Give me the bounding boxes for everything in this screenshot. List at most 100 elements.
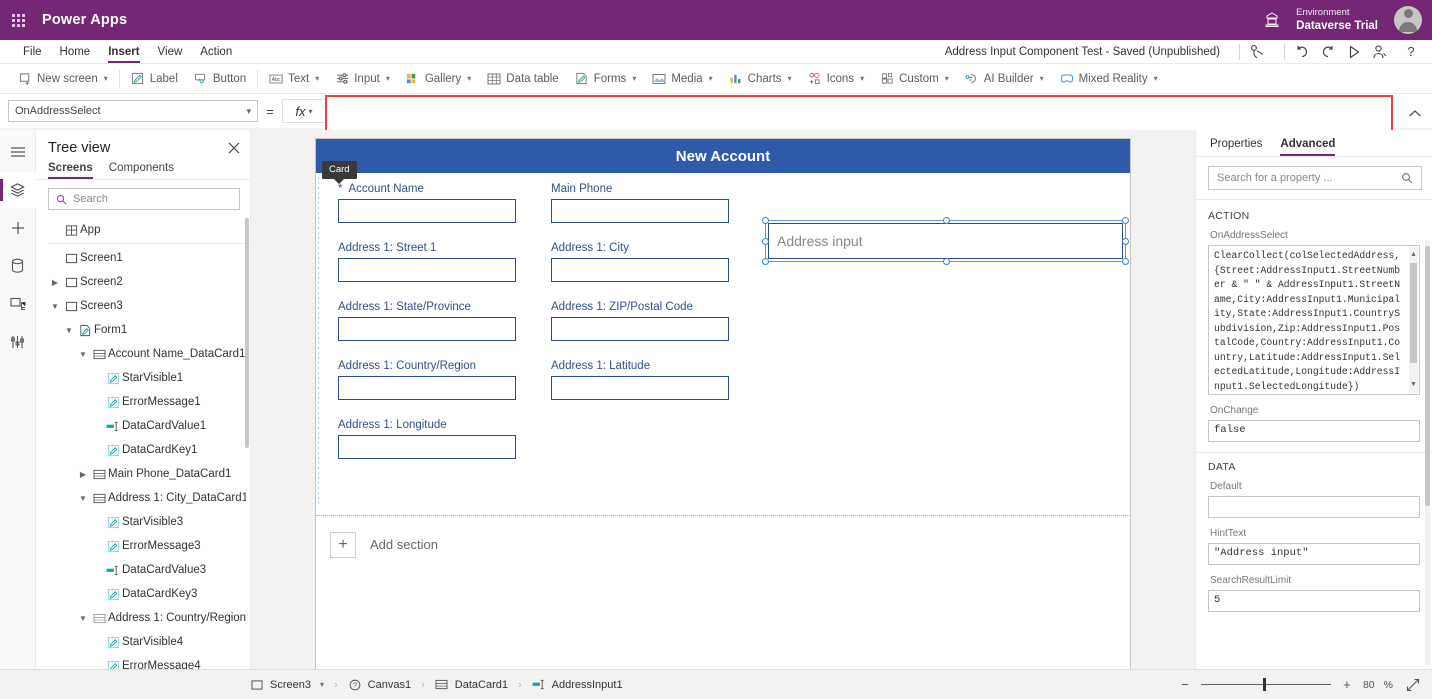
- tree-node-list[interactable]: App Screen1 ▶ Screen2 ▼ Screen3 ▼ Form1 …: [36, 216, 250, 669]
- chevron-down-icon[interactable]: ▾: [632, 74, 636, 83]
- breadcrumb-canvas1[interactable]: ? Canvas1: [346, 679, 413, 691]
- tree-node-address-city-datacard1[interactable]: ▼ Address 1: City_DataCard1: [36, 486, 250, 510]
- chevron-down-icon[interactable]: ▼: [76, 350, 90, 359]
- tree-node-datacardvalue1[interactable]: DataCardValue1: [36, 414, 250, 438]
- scrollbar-thumb[interactable]: [1410, 263, 1417, 363]
- ribbon-input[interactable]: Input ▾: [327, 65, 398, 93]
- tree-node-datacardkey1[interactable]: DataCardKey1: [36, 438, 250, 462]
- breadcrumb-screen3[interactable]: Screen3 ▾: [248, 679, 326, 691]
- tree-node-starvisible4[interactable]: StarVisible4: [36, 630, 250, 654]
- chevron-down-icon[interactable]: ▾: [104, 74, 108, 83]
- ribbon-data-table[interactable]: Data table: [479, 65, 566, 93]
- chevron-right-icon[interactable]: ▶: [76, 470, 90, 479]
- chevron-down-icon[interactable]: ▼: [62, 326, 76, 335]
- add-section-row[interactable]: + Add section: [316, 515, 1130, 573]
- chevron-down-icon[interactable]: ▾: [467, 74, 471, 83]
- property-selector[interactable]: OnAddressSelect ▾: [8, 100, 258, 122]
- field-account-name[interactable]: * Account Name: [338, 183, 516, 223]
- chevron-down-icon[interactable]: ▾: [315, 74, 319, 83]
- share-icon[interactable]: [1372, 44, 1398, 60]
- address-input-control[interactable]: Address input: [768, 223, 1123, 259]
- tree-search-input[interactable]: Search: [48, 188, 240, 210]
- property-value-searchresultlimit[interactable]: 5: [1208, 590, 1420, 612]
- field-address-city[interactable]: Address 1: City: [551, 242, 729, 282]
- zoom-slider-thumb[interactable]: [1262, 678, 1266, 691]
- zoom-out-button[interactable]: −: [1178, 677, 1192, 692]
- field-address-latitude[interactable]: Address 1: Latitude: [551, 360, 729, 400]
- tree-node-errormessage4[interactable]: ErrorMessage4: [36, 654, 250, 669]
- field-address-longitude[interactable]: Address 1: Longitude: [338, 419, 516, 459]
- chevron-down-icon[interactable]: ▾: [945, 74, 949, 83]
- tab-properties[interactable]: Properties: [1210, 138, 1262, 156]
- ribbon-gallery[interactable]: Gallery ▾: [398, 65, 479, 93]
- resize-handle-se[interactable]: [1122, 258, 1129, 265]
- tree-view-icon[interactable]: [0, 172, 36, 208]
- field-input[interactable]: [338, 258, 516, 282]
- resize-handle-ne[interactable]: [1122, 217, 1129, 224]
- menu-item-insert[interactable]: Insert: [99, 40, 148, 64]
- field-input[interactable]: [551, 199, 729, 223]
- tree-node-main-phone-datacard1[interactable]: ▶ Main Phone_DataCard1: [36, 462, 250, 486]
- environment-info[interactable]: Environment Dataverse Trial: [1296, 7, 1378, 33]
- app-launcher-icon[interactable]: [0, 13, 36, 27]
- chevron-up-icon[interactable]: [1403, 102, 1427, 126]
- ribbon-media[interactable]: Media ▾: [644, 65, 720, 93]
- field-address-country-region[interactable]: Address 1: Country/Region: [338, 360, 516, 400]
- chevron-down-icon[interactable]: ▼: [76, 614, 90, 623]
- chevron-down-icon[interactable]: ▾: [860, 74, 864, 83]
- ribbon-custom[interactable]: Custom ▾: [872, 65, 957, 93]
- ribbon-mixed-reality[interactable]: Mixed Reality ▾: [1052, 65, 1166, 93]
- property-value-default[interactable]: [1208, 496, 1420, 518]
- menu-item-view[interactable]: View: [149, 40, 192, 64]
- scroll-down-arrow[interactable]: ▼: [1409, 378, 1418, 393]
- tree-node-errormessage1[interactable]: ErrorMessage1: [36, 390, 250, 414]
- field-input[interactable]: [338, 199, 516, 223]
- breadcrumb-datacard1[interactable]: DataCard1: [433, 679, 510, 691]
- chevron-down-icon[interactable]: ▾: [709, 74, 713, 83]
- avatar[interactable]: [1394, 6, 1422, 34]
- app-screen-canvas[interactable]: Card New Account * Account Name Address 1…: [315, 138, 1131, 669]
- resize-handle-e[interactable]: [1122, 238, 1129, 245]
- ribbon-charts[interactable]: Charts ▾: [721, 65, 800, 93]
- tab-advanced[interactable]: Advanced: [1280, 138, 1335, 156]
- field-main-phone[interactable]: Main Phone: [551, 183, 729, 223]
- tree-scrollbar[interactable]: [245, 218, 249, 448]
- zoom-in-button[interactable]: +: [1340, 677, 1354, 692]
- chevron-down-icon[interactable]: ▼: [48, 302, 62, 311]
- fit-to-screen-icon[interactable]: [1406, 678, 1420, 692]
- field-input[interactable]: [338, 435, 516, 459]
- check-accessibility-icon[interactable]: [1249, 44, 1275, 60]
- ribbon-ai-builder[interactable]: AI Builder ▾: [957, 65, 1052, 93]
- scroll-up-arrow[interactable]: ▲: [1409, 248, 1418, 263]
- ribbon-new-screen[interactable]: New screen ▾: [10, 65, 116, 93]
- tree-node-screen3[interactable]: ▼ Screen3: [36, 294, 250, 318]
- chevron-down-icon[interactable]: ▾: [386, 74, 390, 83]
- field-input[interactable]: [338, 317, 516, 341]
- menu-item-file[interactable]: File: [14, 40, 51, 64]
- field-input[interactable]: [551, 376, 729, 400]
- properties-scrollbar-thumb[interactable]: [1425, 246, 1430, 506]
- tree-node-errormessage3[interactable]: ErrorMessage3: [36, 534, 250, 558]
- tree-node-starvisible1[interactable]: StarVisible1: [36, 366, 250, 390]
- chevron-down-icon[interactable]: ▼: [76, 494, 90, 503]
- resize-handle-sw[interactable]: [762, 258, 769, 265]
- property-value-hinttext[interactable]: "Address input": [1208, 543, 1420, 565]
- play-preview-icon[interactable]: [1346, 44, 1372, 60]
- tree-node-datacardvalue3[interactable]: DataCardValue3: [36, 558, 250, 582]
- redo-icon[interactable]: [1320, 44, 1346, 60]
- field-address-zip-postal-code[interactable]: Address 1: ZIP/Postal Code: [551, 301, 729, 341]
- media-library-icon[interactable]: [0, 286, 36, 322]
- ribbon-forms[interactable]: Forms ▾: [567, 65, 645, 93]
- breadcrumb-addressinput1[interactable]: AddressInput1: [530, 679, 625, 691]
- zoom-slider[interactable]: [1200, 678, 1331, 691]
- property-search-input[interactable]: Search for a property ...: [1208, 166, 1422, 190]
- ribbon-button-btn[interactable]: Button: [186, 65, 254, 93]
- tab-screens[interactable]: Screens: [48, 162, 93, 179]
- fx-button[interactable]: fx ▾: [282, 99, 326, 123]
- field-address-state-province[interactable]: Address 1: State/Province: [338, 301, 516, 341]
- data-icon[interactable]: [0, 248, 36, 284]
- ribbon-label-btn[interactable]: Label: [123, 65, 186, 93]
- field-address-street1[interactable]: Address 1: Street 1: [338, 242, 516, 282]
- tree-node-datacardkey3[interactable]: DataCardKey3: [36, 582, 250, 606]
- chevron-down-icon[interactable]: ▾: [1154, 74, 1158, 83]
